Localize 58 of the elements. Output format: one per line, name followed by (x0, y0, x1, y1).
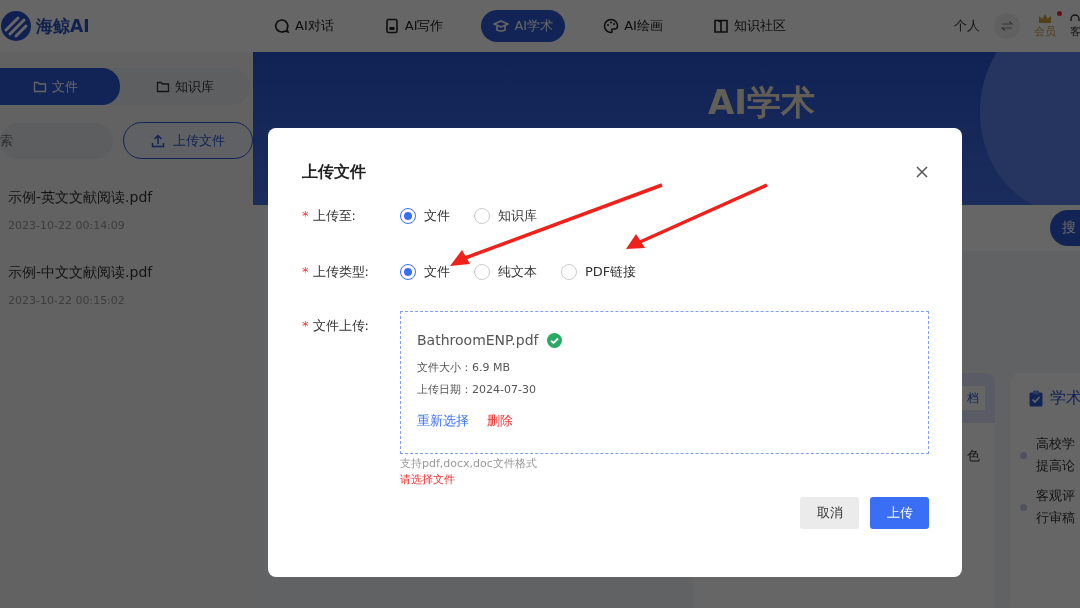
book-icon (712, 18, 729, 34)
switch-button[interactable] (994, 13, 1020, 39)
hero-title: AI学术 (708, 82, 815, 122)
file-name[interactable]: 示例-英文文献阅读.pdf (8, 189, 253, 207)
file-size: 文件大小：6.9 MB (417, 360, 512, 376)
upload-date: 上传日期：2024-07-30 (417, 382, 537, 398)
crown-icon (1038, 13, 1052, 24)
swap-icon (1001, 21, 1013, 31)
nav-tab[interactable]: AI学术 (481, 10, 566, 42)
close-icon (915, 165, 929, 179)
field-label: 上传至: (312, 208, 356, 223)
dialog-title: 上传文件 (302, 161, 366, 183)
nav-tab[interactable]: 知识社区 (700, 10, 798, 42)
field-label: 文件上传: (312, 318, 369, 333)
headset-icon (1070, 13, 1080, 24)
reselect-link[interactable]: 重新选择 (417, 411, 469, 431)
card-item-text[interactable]: 客观评 行审稿 (1036, 485, 1075, 529)
logo-text: 海鲸AI (36, 14, 90, 38)
upload-button[interactable]: 上传文件 (123, 122, 253, 159)
chat-bubble-icon (274, 18, 290, 34)
radio-option[interactable]: 文件 (400, 263, 450, 281)
clipboard-icon (1028, 389, 1044, 407)
cancel-button[interactable]: 取消 (800, 497, 859, 529)
palette-icon (603, 18, 620, 34)
required-mark: * (302, 264, 309, 279)
folder-icon (32, 80, 47, 93)
member-link[interactable]: 会员 (1034, 24, 1056, 39)
required-mark: * (302, 208, 309, 223)
radio-option[interactable]: 文件 (400, 207, 450, 225)
card-text: 色 (967, 447, 981, 465)
radio-option[interactable]: 知识库 (474, 207, 537, 225)
close-button[interactable] (915, 165, 929, 179)
upload-icon (151, 133, 165, 148)
delete-link[interactable]: 删除 (487, 411, 513, 431)
sidebar-tab[interactable]: 知识库 (120, 68, 250, 105)
card-item-text[interactable]: 高校学 提高论 (1036, 433, 1075, 477)
error-message: 请选择文件 (400, 472, 456, 488)
sidebar-tab[interactable]: 文件 (0, 68, 120, 105)
radio-option[interactable]: 纯文本 (474, 263, 537, 281)
required-mark: * (302, 318, 309, 333)
uploaded-file-name: BathroomENP.pdf (417, 332, 539, 348)
service-link[interactable]: 客 (1070, 24, 1080, 39)
document-icon (383, 18, 400, 34)
search-button[interactable]: 搜 (1050, 210, 1080, 246)
radio-option[interactable]: PDF链接 (561, 263, 637, 281)
upload-area[interactable]: BathroomENP.pdf 文件大小：6.9 MB 上传日期：2024-07-30 重新选择 删除 (400, 311, 929, 454)
folder-icon (156, 80, 170, 93)
user-link[interactable]: 个人 (954, 17, 980, 35)
graduation-cap-icon (493, 18, 510, 34)
nav-tab[interactable]: AI绘画 (591, 10, 675, 42)
format-hint: 支持pdf,docx,doc文件格式 (400, 456, 538, 472)
nav-tab[interactable]: AI对话 (262, 10, 346, 42)
nav-tab[interactable]: AI写作 (371, 10, 456, 42)
file-name[interactable]: 示例-中文文献阅读.pdf (8, 264, 253, 282)
upload-button[interactable]: 上传 (870, 497, 929, 529)
field-label: 上传类型: (312, 264, 369, 279)
card-tab-button[interactable]: 档 (961, 386, 985, 410)
notification-dot (1057, 11, 1062, 16)
